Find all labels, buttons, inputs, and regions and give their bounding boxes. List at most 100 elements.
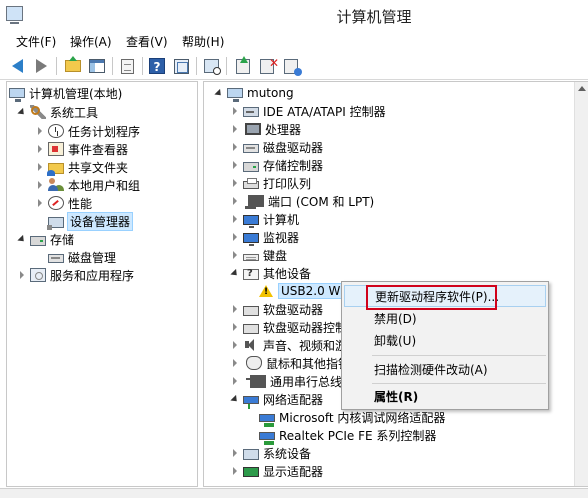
port-icon	[245, 195, 264, 209]
device-node-mouse[interactable]: 鼠标和其他指针	[230, 354, 350, 372]
device-node-storage-controllers[interactable]: 存储控制器	[230, 156, 323, 174]
device-node-nic-realtek[interactable]: Realtek PCIe FE 系列控制器	[246, 426, 436, 445]
collapse-arrow-icon[interactable]	[230, 358, 240, 368]
device-node-other-devices[interactable]: 其他设备	[230, 264, 311, 282]
update-driver-button[interactable]	[232, 55, 254, 77]
menu-bar: 文件(F) 操作(A) 查看(V) 帮助(H)	[0, 30, 588, 52]
collapse-arrow-icon[interactable]	[230, 178, 240, 188]
menu-item-disable[interactable]: 禁用(D)	[344, 307, 546, 329]
device-node-computer[interactable]: 计算机	[230, 210, 299, 228]
storage-icon	[30, 235, 46, 246]
collapse-arrow-icon[interactable]	[230, 160, 240, 170]
export-list-button[interactable]	[116, 55, 138, 77]
toolbar-separator	[142, 57, 143, 75]
vertical-scrollbar[interactable]	[574, 82, 588, 486]
console-tree-pane[interactable]: 计算机管理(本地) 系统工具 任务计划程序 事件查看器 共享文件夹 本地用户和组…	[6, 81, 198, 487]
tree-node-label: 共享文件夹	[68, 160, 129, 175]
collapse-arrow-icon[interactable]	[35, 180, 45, 190]
collapse-arrow-icon[interactable]	[35, 144, 45, 154]
collapse-arrow-icon[interactable]	[230, 232, 240, 242]
device-node-network-adapters[interactable]: 网络适配器	[230, 390, 323, 409]
expand-arrow-icon[interactable]	[214, 88, 224, 98]
network-adapter-icon	[243, 395, 259, 409]
device-node-print-queue[interactable]: 打印队列	[230, 174, 311, 192]
scan-hardware-button[interactable]	[200, 55, 222, 77]
help-button[interactable]: ?	[146, 55, 168, 77]
display-adapter-icon	[243, 467, 259, 477]
tree-node-system-tools[interactable]: 系统工具	[17, 103, 98, 121]
disk-icon	[48, 254, 64, 263]
expand-arrow-icon[interactable]	[230, 268, 240, 278]
collapse-arrow-icon[interactable]	[230, 106, 240, 116]
up-folder-button[interactable]	[62, 55, 84, 77]
device-node-processor[interactable]: 处理器	[230, 120, 301, 138]
tree-node-event-viewer[interactable]: 事件查看器	[35, 140, 128, 158]
tree-node-local-users[interactable]: 本地用户和组	[35, 176, 140, 194]
disable-device-button[interactable]	[280, 55, 302, 77]
menu-file[interactable]: 文件(F)	[14, 33, 58, 50]
device-node-usb-controllers[interactable]: 通用串行总线控	[230, 372, 354, 390]
device-node-root[interactable]: mutong	[214, 84, 294, 102]
tree-node-label: 服务和应用程序	[50, 268, 135, 283]
scroll-up-arrow-icon[interactable]	[578, 86, 586, 91]
printer-icon	[243, 178, 259, 189]
event-log-icon	[48, 142, 64, 156]
device-node-usb2-wifi[interactable]: USB2.0 W	[246, 282, 344, 300]
menu-item-properties[interactable]: 属性(R)	[344, 385, 546, 407]
menu-action[interactable]: 操作(A)	[68, 33, 114, 50]
device-node-sound[interactable]: 声音、视频和游	[230, 336, 347, 354]
device-node-keyboards[interactable]: 键盘	[230, 246, 287, 264]
collapse-arrow-icon[interactable]	[35, 126, 45, 136]
collapse-arrow-icon[interactable]	[230, 196, 240, 206]
device-node-label: 监视器	[263, 230, 300, 245]
device-node-disk-drives[interactable]: 磁盘驱动器	[230, 138, 323, 156]
device-node-system-devices[interactable]: 系统设备	[230, 444, 311, 462]
menu-item-scan-hardware[interactable]: 扫描检测硬件改动(A)	[344, 358, 546, 380]
monitor-icon	[243, 232, 259, 246]
device-node-floppy-controllers[interactable]: 软盘驱动器控制	[230, 318, 347, 336]
tree-node-services-apps[interactable]: 服务和应用程序	[17, 266, 134, 284]
tree-node-performance[interactable]: 性能	[35, 194, 92, 212]
collapse-arrow-icon[interactable]	[17, 270, 27, 280]
users-icon	[48, 178, 64, 192]
tree-node-disk-management[interactable]: 磁盘管理	[35, 248, 116, 266]
device-node-nic-microsoft[interactable]: Microsoft 内核调试网络适配器	[246, 408, 445, 427]
collapse-arrow-icon[interactable]	[35, 198, 45, 208]
collapse-arrow-icon[interactable]	[230, 466, 240, 476]
collapse-arrow-icon[interactable]	[230, 250, 240, 260]
expand-arrow-icon[interactable]	[17, 234, 27, 244]
collapse-arrow-icon[interactable]	[230, 448, 240, 458]
device-node-floppy-drives[interactable]: 软盘驱动器	[230, 300, 323, 318]
back-button[interactable]	[6, 55, 28, 77]
menu-help[interactable]: 帮助(H)	[180, 33, 226, 50]
collapse-arrow-icon[interactable]	[230, 340, 240, 350]
collapse-arrow-icon[interactable]	[35, 162, 45, 172]
device-node-label: 软盘驱动器	[263, 302, 324, 317]
show-hide-tree-button[interactable]	[86, 55, 108, 77]
uninstall-device-button[interactable]	[256, 55, 279, 77]
device-node-ports[interactable]: 端口 (COM 和 LPT)	[230, 192, 374, 210]
tree-node-task-scheduler[interactable]: 任务计划程序	[35, 122, 140, 140]
tree-node-shared-folders[interactable]: 共享文件夹	[35, 158, 128, 176]
tree-node-storage[interactable]: 存储	[17, 230, 74, 248]
device-node-display-adapters[interactable]: 显示适配器	[230, 462, 323, 480]
properties-pane-button[interactable]	[170, 55, 192, 77]
menu-item-uninstall[interactable]: 卸载(U)	[344, 329, 546, 351]
collapse-arrow-icon[interactable]	[230, 142, 240, 152]
expand-arrow-icon[interactable]	[17, 107, 27, 117]
device-node-monitors[interactable]: 监视器	[230, 228, 299, 246]
collapse-arrow-icon[interactable]	[230, 214, 240, 224]
menu-view[interactable]: 查看(V)	[124, 33, 170, 50]
expand-arrow-icon[interactable]	[230, 394, 240, 404]
collapse-arrow-icon[interactable]	[230, 322, 240, 332]
title-bar: 计算机管理	[0, 0, 588, 30]
tree-node-device-manager[interactable]: 设备管理器	[35, 211, 134, 231]
tree-node-root[interactable]: 计算机管理(本地)	[9, 84, 122, 102]
collapse-arrow-icon[interactable]	[230, 124, 240, 134]
collapse-arrow-icon[interactable]	[230, 304, 240, 314]
collapse-arrow-icon[interactable]	[230, 376, 240, 386]
device-node-ide[interactable]: IDE ATA/ATAPI 控制器	[230, 102, 386, 120]
device-manager-icon	[47, 216, 64, 230]
computer-management-icon	[9, 88, 25, 102]
forward-button[interactable]	[30, 55, 52, 77]
